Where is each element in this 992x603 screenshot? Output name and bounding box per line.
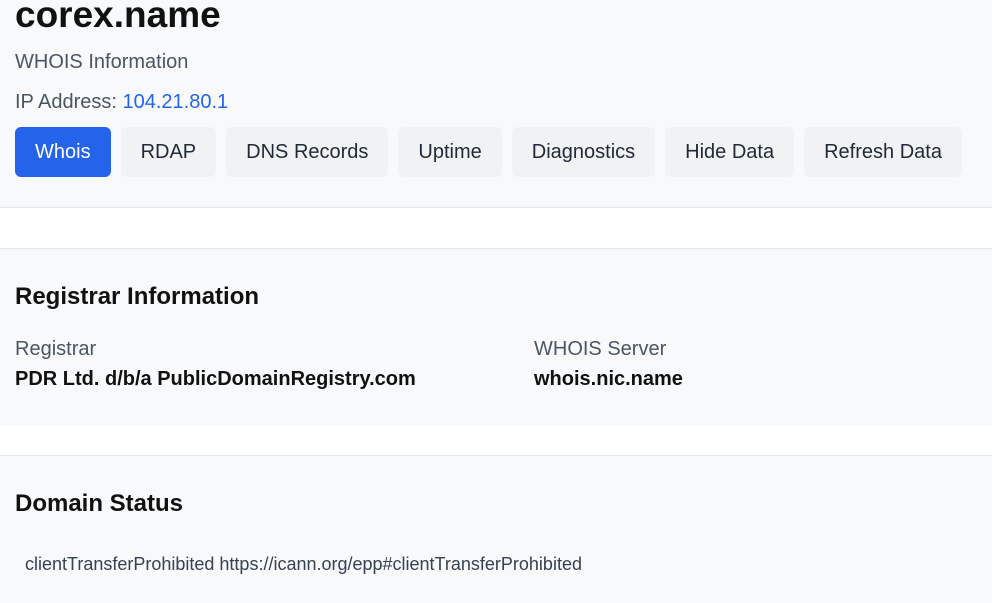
whois-server-label: WHOIS Server bbox=[534, 338, 667, 360]
tab-dns-records[interactable]: DNS Records bbox=[226, 127, 389, 177]
domain-status-title: Domain Status bbox=[15, 490, 184, 517]
registrar-section: Registrar Information Registrar PDR Ltd.… bbox=[0, 248, 992, 427]
tab-rdap[interactable]: RDAP bbox=[120, 127, 217, 177]
domain-status-item: clientTransferProhibited https://icann.o… bbox=[25, 554, 582, 574]
ip-address-label: IP Address: bbox=[15, 91, 117, 113]
section-spacer bbox=[0, 208, 992, 248]
tab-bar: Whois RDAP DNS Records Uptime Diagnostic… bbox=[15, 127, 962, 177]
tab-diagnostics[interactable]: Diagnostics bbox=[511, 127, 656, 177]
section-spacer bbox=[0, 426, 992, 455]
registrar-section-title: Registrar Information bbox=[15, 283, 260, 310]
domain-status-section: Domain Status clientTransferProhibited h… bbox=[0, 455, 992, 603]
ip-address-link[interactable]: 104.21.80.1 bbox=[122, 91, 228, 113]
hide-data-button[interactable]: Hide Data bbox=[665, 127, 795, 177]
registrar-label: Registrar bbox=[15, 338, 97, 360]
registrar-value: PDR Ltd. d/b/a PublicDomainRegistry.com bbox=[15, 368, 416, 390]
whois-page: corex.name WHOIS Information IP Address:… bbox=[0, 0, 992, 603]
refresh-data-button[interactable]: Refresh Data bbox=[804, 127, 962, 177]
page-subtitle: WHOIS Information bbox=[15, 51, 189, 73]
page-title: corex.name bbox=[15, 0, 221, 35]
domain-header: corex.name WHOIS Information IP Address:… bbox=[0, 0, 992, 208]
tab-whois[interactable]: Whois bbox=[15, 127, 111, 177]
ip-address-line: IP Address: 104.21.80.1 bbox=[15, 90, 228, 114]
tab-uptime[interactable]: Uptime bbox=[398, 127, 502, 177]
whois-server-value: whois.nic.name bbox=[534, 368, 683, 390]
